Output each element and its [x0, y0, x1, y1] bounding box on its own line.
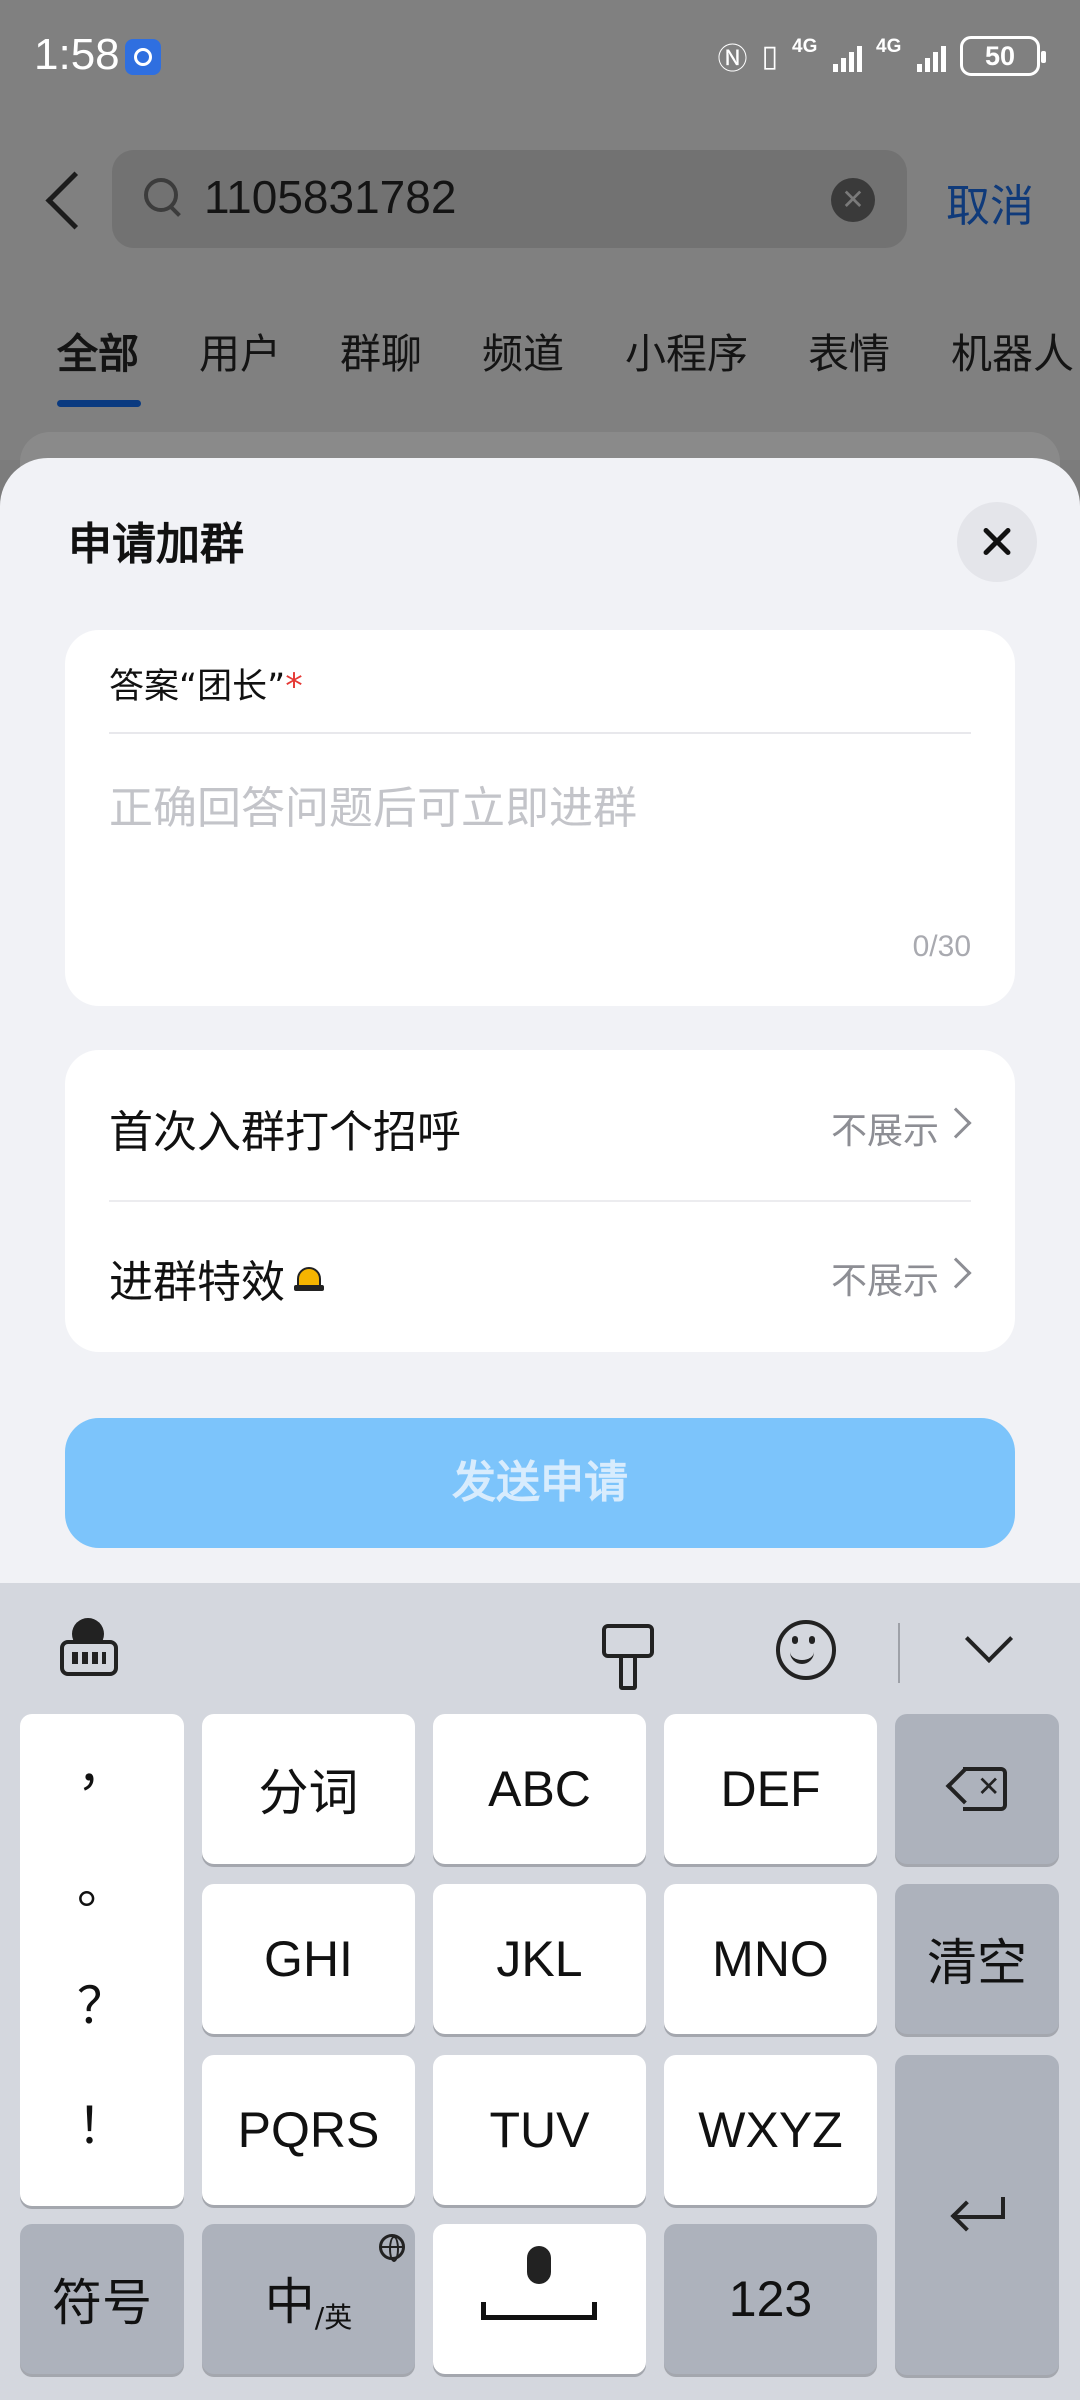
character-counter: 0/30	[912, 930, 971, 963]
required-mark: *	[285, 667, 303, 707]
theme-brush-icon[interactable]	[590, 1618, 660, 1690]
join-effect-option-value: 不展示	[830, 1261, 939, 1302]
key-def[interactable]: DEF	[664, 1714, 877, 1864]
greeting-option-label: 首次入群打个招呼	[109, 1107, 461, 1158]
divider	[109, 732, 971, 734]
lang-main-label: 中	[264, 2273, 315, 2331]
backspace-button[interactable]: ✕	[895, 1714, 1059, 1864]
close-button[interactable]	[957, 502, 1037, 582]
key-tuv[interactable]: TUV	[433, 2055, 646, 2205]
tab-bots[interactable]: 机器人	[951, 320, 1074, 380]
tab-channels[interactable]: 频道	[482, 320, 564, 380]
tab-all[interactable]: 全部	[57, 320, 139, 380]
signal-icon-2: 4G	[876, 36, 946, 76]
join-effect-option-label: 进群特效	[109, 1246, 325, 1310]
search-bar: 1105831782 ✕ 取消	[0, 150, 1080, 250]
backspace-icon: ✕	[945, 1767, 1009, 1811]
clear-button[interactable]: 清空	[895, 1884, 1059, 2034]
key-pqrs[interactable]: PQRS	[202, 2055, 415, 2205]
microphone-icon	[433, 2246, 646, 2326]
collapse-keyboard-icon[interactable]	[958, 1618, 1028, 1688]
key-period[interactable]: 。	[20, 1846, 184, 1918]
chevron-right-icon	[940, 1107, 972, 1139]
active-tab-indicator	[57, 400, 141, 407]
globe-icon	[379, 2234, 405, 2262]
key-jkl[interactable]: JKL	[433, 1884, 646, 2034]
tab-stickers[interactable]: 表情	[808, 320, 890, 380]
chevron-right-icon	[940, 1257, 972, 1289]
tab-groups[interactable]: 群聊	[340, 320, 422, 380]
emoji-icon[interactable]	[772, 1618, 842, 1688]
answer-label: 答案“团长”*	[109, 667, 303, 707]
enter-button[interactable]	[895, 2055, 1059, 2375]
battery-icon: 50	[960, 36, 1046, 76]
greeting-option-value: 不展示	[830, 1111, 939, 1152]
tab-mini-programs[interactable]: 小程序	[625, 320, 748, 380]
cancel-button[interactable]: 取消	[946, 170, 1034, 234]
status-time: 1:58	[34, 30, 120, 79]
lang-sub-label: /英	[314, 2301, 353, 2334]
numbers-button[interactable]: 123	[664, 2224, 877, 2374]
send-request-button[interactable]: 发送申请	[65, 1418, 1015, 1548]
key-abc[interactable]: ABC	[433, 1714, 646, 1864]
key-question[interactable]: ？	[20, 1966, 184, 2038]
greeting-option-row[interactable]: 首次入群打个招呼 不展示	[65, 1050, 1015, 1202]
keyboard-switch-icon[interactable]	[56, 1618, 126, 1688]
key-comma[interactable]: ，	[20, 1728, 184, 1800]
toolbar-divider	[898, 1623, 900, 1683]
key-wxyz[interactable]: WXYZ	[664, 2055, 877, 2205]
signal-icon: 4G	[792, 36, 862, 76]
options-card: 首次入群打个招呼 不展示 进群特效 不展示	[65, 1050, 1015, 1352]
answer-input[interactable]: 正确回答问题后可立即进群	[109, 772, 637, 836]
language-switch-button[interactable]: 中/英	[202, 2224, 415, 2374]
back-button[interactable]	[42, 168, 92, 232]
battery-level: 50	[984, 40, 1016, 71]
punctuation-column: ， 。 ？ ！	[20, 1714, 184, 2206]
tab-users[interactable]: 用户	[199, 320, 281, 380]
search-input[interactable]: 1105831782 ✕	[112, 150, 907, 248]
key-segment[interactable]: 分词	[202, 1714, 415, 1864]
join-effect-option-row[interactable]: 进群特效 不展示	[65, 1200, 1015, 1350]
sheet-title: 申请加群	[68, 519, 244, 570]
symbols-button[interactable]: 符号	[20, 2224, 184, 2374]
search-page-background: 1:58 Ⓝ ▯ 4G 4G 50 1105831782 ✕ 取消 全部 用户 …	[0, 0, 1080, 492]
ime-keyboard: ， 。 ？ ！ 分词 ABC DEF ✕ GHI JKL MNO 清空 PQRS…	[0, 1583, 1080, 2400]
search-query: 1105831782	[204, 171, 457, 223]
answer-card: 答案“团长”* 正确回答问题后可立即进群 0/30	[65, 630, 1015, 1006]
join-group-sheet: 申请加群 答案“团长”* 正确回答问题后可立即进群 0/30 首次入群打个招呼 …	[0, 458, 1080, 1590]
hat-emoji-icon	[293, 1263, 325, 1293]
key-mno[interactable]: MNO	[664, 1884, 877, 2034]
key-ghi[interactable]: GHI	[202, 1884, 415, 2034]
result-tabs: 全部 用户 群聊 频道 小程序 表情 机器人	[0, 310, 1080, 410]
vibrate-icon: ▯	[761, 38, 778, 74]
search-icon	[142, 176, 182, 216]
clear-search-icon[interactable]: ✕	[831, 178, 875, 222]
key-exclamation[interactable]: ！	[20, 2086, 184, 2158]
status-icons: Ⓝ ▯ 4G 4G 50	[717, 34, 1046, 78]
enter-icon	[947, 2197, 1007, 2233]
app-notification-icon	[125, 39, 161, 75]
nfc-icon: Ⓝ	[717, 42, 748, 77]
keyboard-toolbar	[0, 1583, 1080, 1713]
status-bar: 1:58 Ⓝ ▯ 4G 4G 50	[0, 0, 1080, 116]
space-voice-button[interactable]	[433, 2224, 646, 2374]
